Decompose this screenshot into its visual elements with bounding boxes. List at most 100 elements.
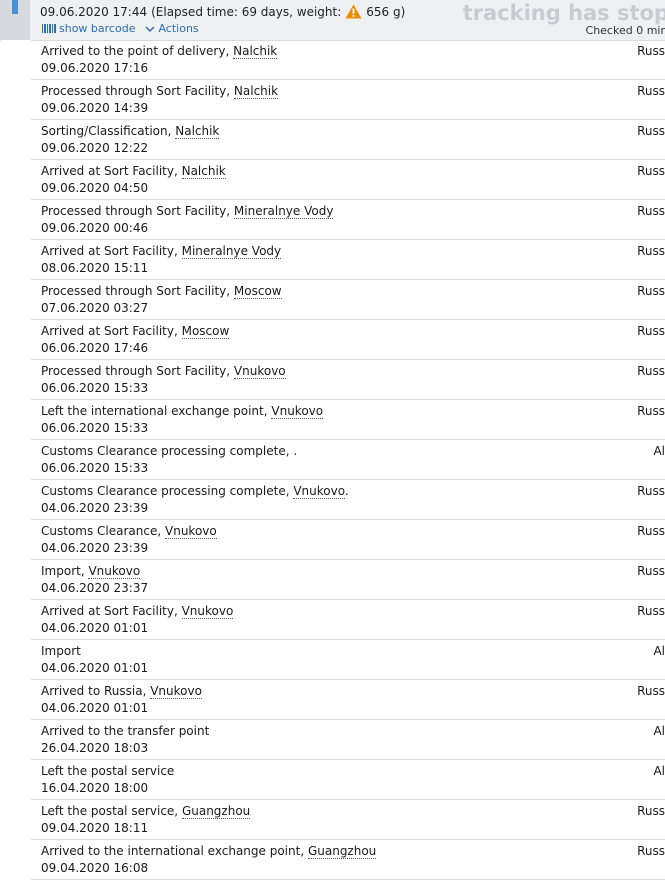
event-text: Left the international exchange point, bbox=[41, 404, 272, 418]
event-description: Arrived at Sort Facility, Nalchik bbox=[41, 164, 226, 179]
event-text: Arrived at Sort Facility, bbox=[41, 244, 182, 258]
event-country: Russ bbox=[637, 564, 665, 578]
event-country: Russ bbox=[637, 484, 665, 498]
event-text: Processed through Sort Facility, bbox=[41, 284, 234, 298]
event-location-link[interactable]: Mineralnye Vody bbox=[233, 204, 334, 219]
tracking-event-row: Customs Clearance, Vnukovo 04.06.2020 23:… bbox=[1, 520, 665, 560]
row-gutter bbox=[1, 520, 31, 560]
event-location-link[interactable]: Nalchik bbox=[233, 44, 278, 59]
event-date: 09.06.2020 14:39 bbox=[41, 101, 149, 115]
event-text: Processed through Sort Facility, bbox=[41, 204, 234, 218]
collapse-bar[interactable] bbox=[0, 0, 30, 40]
row-gutter bbox=[1, 440, 31, 480]
event-location-link[interactable]: Vnukovo bbox=[165, 524, 217, 539]
event-date: 04.06.2020 23:37 bbox=[41, 581, 149, 595]
event-location-link[interactable]: Vnukovo bbox=[88, 564, 141, 579]
event-country: Al bbox=[653, 764, 665, 778]
event-location-link[interactable]: Vnukovo bbox=[181, 604, 234, 619]
tracking-event-row: Processed through Sort Facility, Nalchik… bbox=[1, 80, 665, 120]
event-text-suffix: . bbox=[344, 484, 349, 498]
event-date: 09.06.2020 00:46 bbox=[41, 221, 149, 235]
event-description: Left the postal service, Guangzhou bbox=[41, 804, 251, 819]
event-country: Russ bbox=[637, 244, 665, 258]
tracking-event-row: Processed through Sort Facility, Vnukovo… bbox=[1, 360, 665, 400]
event-date: 09.06.2020 12:22 bbox=[41, 141, 149, 155]
summary-date: 09.06.2020 17:44 bbox=[40, 4, 148, 19]
event-location-link[interactable]: Moscow bbox=[181, 324, 230, 339]
tracking-event-row: Arrived at Sort Facility, Nalchik 09.06.2… bbox=[1, 160, 665, 200]
actions-button[interactable]: Actions bbox=[145, 22, 199, 35]
event-location-link[interactable]: Guangzhou bbox=[181, 804, 251, 819]
tracking-event-row: Processed through Sort Facility, Moscow 0… bbox=[1, 280, 665, 320]
event-text: Arrived to the transfer point bbox=[41, 724, 210, 738]
event-text: Arrived to the point of delivery, bbox=[41, 44, 234, 58]
show-barcode-button[interactable]: show barcode bbox=[42, 22, 135, 35]
header-actions: show barcode Actions bbox=[42, 22, 199, 35]
tracking-event-row: Arrived at Sort Facility, Mineralnye Vod… bbox=[1, 240, 665, 280]
event-country: Russ bbox=[637, 804, 665, 818]
event-description: Customs Clearance processing complete, V… bbox=[41, 484, 349, 499]
event-date: 09.06.2020 04:50 bbox=[41, 181, 149, 195]
event-country: Al bbox=[653, 444, 665, 458]
event-text: Customs Clearance processing complete, . bbox=[41, 444, 298, 458]
event-country: Russ bbox=[637, 844, 665, 858]
event-location-link[interactable]: Vnukovo bbox=[293, 484, 345, 499]
event-description: Sorting/Classification, Nalchik bbox=[41, 124, 220, 139]
arrow-up-icon bbox=[12, 0, 18, 14]
event-date: 09.04.2020 18:11 bbox=[41, 821, 149, 835]
row-gutter bbox=[1, 680, 31, 720]
tracking-summary: 09.06.2020 17:44 (Elapsed time: 69 days,… bbox=[40, 4, 405, 19]
event-description: Arrived to the international exchange po… bbox=[41, 844, 377, 859]
event-description: Import bbox=[41, 644, 81, 658]
event-location-link[interactable]: Moscow bbox=[233, 284, 282, 299]
event-text: Arrived to the international exchange po… bbox=[41, 844, 308, 858]
event-country: Russ bbox=[637, 324, 665, 338]
event-country: Russ bbox=[637, 84, 665, 98]
tracking-event-row: Left the postal service 16.04.2020 18:00 A… bbox=[1, 760, 665, 800]
event-text: Import bbox=[41, 644, 81, 658]
tracking-header: 09.06.2020 17:44 (Elapsed time: 69 days,… bbox=[0, 0, 665, 41]
event-text: Customs Clearance processing complete, bbox=[41, 484, 294, 498]
row-gutter bbox=[1, 200, 31, 240]
event-date: 04.06.2020 23:39 bbox=[41, 501, 149, 515]
event-country: Russ bbox=[637, 284, 665, 298]
tracking-event-row: Import, Vnukovo 04.06.2020 23:37 Russ bbox=[1, 560, 665, 600]
summary-details: (Elapsed time: 69 days, weight: bbox=[151, 4, 342, 19]
row-gutter bbox=[1, 40, 31, 80]
event-description: Left the postal service bbox=[41, 764, 174, 778]
event-country: Russ bbox=[637, 364, 665, 378]
event-location-link[interactable]: Nalchik bbox=[233, 84, 279, 99]
checked-status: Checked 0 mir bbox=[585, 24, 665, 37]
event-description: Arrived to the point of delivery, Nalchi… bbox=[41, 44, 278, 59]
event-country: Russ bbox=[637, 404, 665, 418]
event-text: Arrived to Russia, bbox=[41, 684, 151, 698]
event-location-link[interactable]: Mineralnye Vody bbox=[181, 244, 282, 259]
event-text: Arrived at Sort Facility, bbox=[41, 324, 182, 338]
event-location-link[interactable]: Vnukovo bbox=[271, 404, 324, 419]
event-location-link[interactable]: Vnukovo bbox=[233, 364, 286, 379]
row-gutter bbox=[1, 600, 31, 640]
event-country: Russ bbox=[637, 604, 665, 618]
warning-icon bbox=[345, 4, 362, 19]
event-text: Left the postal service bbox=[41, 764, 175, 778]
row-gutter bbox=[1, 760, 31, 800]
event-country: Russ bbox=[637, 204, 665, 218]
tracking-event-row: Arrived to Russia, Vnukovo 04.06.2020 01:… bbox=[1, 680, 665, 720]
event-text: Import, bbox=[41, 564, 89, 578]
event-date: 26.04.2020 18:03 bbox=[41, 741, 149, 755]
event-location-link[interactable]: Guangzhou bbox=[307, 844, 377, 859]
event-date: 04.06.2020 23:39 bbox=[41, 541, 149, 555]
event-country: Russ bbox=[637, 684, 665, 698]
event-description: Left the international exchange point, V… bbox=[41, 404, 324, 419]
row-gutter bbox=[1, 280, 31, 320]
event-location-link[interactable]: Nalchik bbox=[181, 164, 226, 179]
event-location-link[interactable]: Vnukovo bbox=[150, 684, 202, 699]
event-date: 04.06.2020 01:01 bbox=[41, 701, 149, 715]
event-description: Arrived at Sort Facility, Vnukovo bbox=[41, 604, 234, 619]
chevron-down-icon bbox=[145, 25, 155, 32]
event-location-link[interactable]: Nalchik bbox=[175, 124, 220, 139]
event-date: 09.04.2020 16:08 bbox=[41, 861, 149, 875]
row-gutter bbox=[1, 80, 31, 120]
row-gutter bbox=[1, 800, 31, 840]
event-text: Processed through Sort Facility, bbox=[41, 84, 234, 98]
